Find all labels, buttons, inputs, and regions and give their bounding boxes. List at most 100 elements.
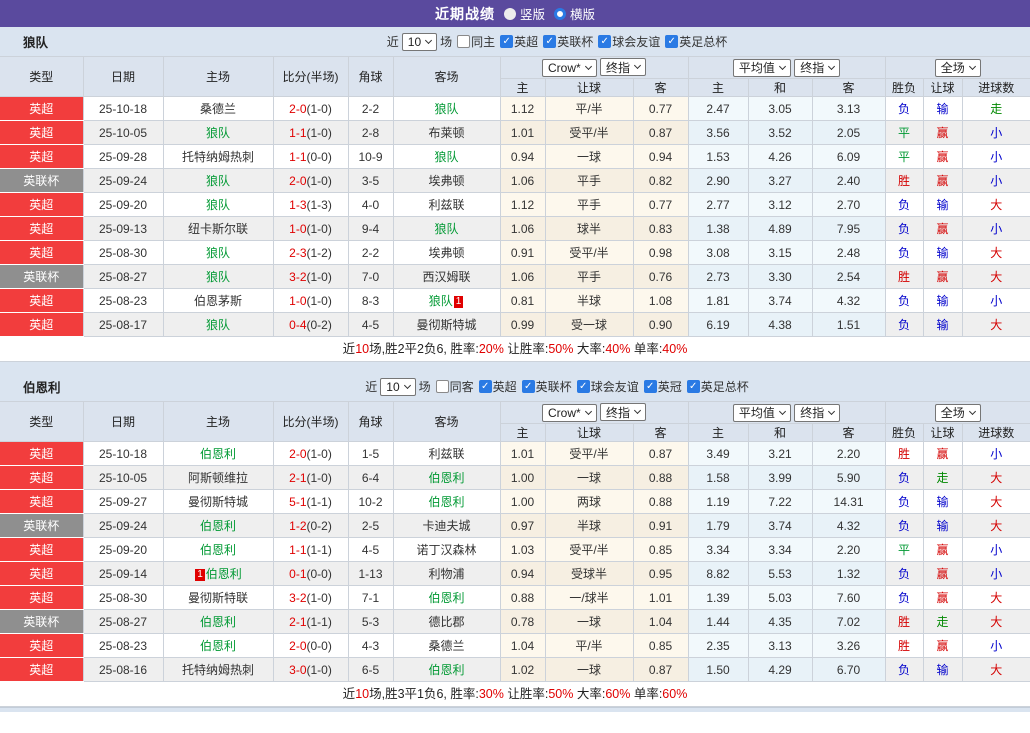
checkbox-checked-icon[interactable]: ✓ xyxy=(479,380,492,393)
radio-unselected-icon[interactable] xyxy=(554,8,566,20)
final-odds-select[interactable]: 终指 xyxy=(600,58,646,76)
radio-horizontal[interactable]: 横版 xyxy=(554,4,595,23)
bookmaker-select[interactable]: Crow* xyxy=(542,59,597,77)
away-team-name[interactable]: 狼队 xyxy=(434,102,458,116)
away-team-name[interactable]: 伯恩利 xyxy=(428,663,464,677)
corner-score: 7-1 xyxy=(348,586,393,610)
avg-home: 8.82 xyxy=(688,562,748,586)
away-team-name[interactable]: 布莱顿 xyxy=(428,126,464,140)
home-team-name[interactable]: 伯恩茅斯 xyxy=(194,294,242,308)
bookmaker-select[interactable]: Crow* xyxy=(542,404,597,422)
filter-league[interactable]: ✓球会友谊 xyxy=(577,378,639,395)
away-team-name[interactable]: 狼队 xyxy=(434,150,458,164)
odds-away: 0.88 xyxy=(633,490,688,514)
home-team-name[interactable]: 阿斯顿维拉 xyxy=(188,471,248,485)
checkbox-checked-icon[interactable]: ✓ xyxy=(598,35,611,48)
scope-select[interactable]: 全场 xyxy=(935,59,981,77)
home-team-name[interactable]: 狼队 xyxy=(206,270,230,284)
home-team-name[interactable]: 狼队 xyxy=(206,198,230,212)
filter-league[interactable]: ✓英联杯 xyxy=(543,33,593,50)
home-team-name[interactable]: 狼队 xyxy=(206,246,230,260)
recent-count-select[interactable]: 10 xyxy=(380,378,415,396)
filter-same-venue[interactable]: 同主 xyxy=(457,33,495,50)
home-team-name[interactable]: 狼队 xyxy=(206,126,230,140)
away-team-name[interactable]: 狼队 xyxy=(429,294,453,308)
home-team-name[interactable]: 桑德兰 xyxy=(200,102,236,116)
average-select[interactable]: 平均值 xyxy=(733,59,791,77)
away-team-cell: 埃弗顿 xyxy=(393,241,500,265)
home-team-name[interactable]: 托特纳姆热刺 xyxy=(182,150,254,164)
checkbox-checked-icon[interactable]: ✓ xyxy=(543,35,556,48)
filter-league[interactable]: ✓英冠 xyxy=(644,378,682,395)
home-team-name[interactable]: 伯恩利 xyxy=(200,543,236,557)
filter-league[interactable]: ✓英联杯 xyxy=(522,378,572,395)
away-team-name[interactable]: 利物浦 xyxy=(428,567,464,581)
away-team-name[interactable]: 西汉姆联 xyxy=(422,270,470,284)
summary-segment: 单率: xyxy=(630,342,662,356)
away-team-cell: 利兹联 xyxy=(393,193,500,217)
checkbox-checked-icon[interactable]: ✓ xyxy=(500,35,513,48)
radio-selected-icon[interactable] xyxy=(504,8,516,20)
filter-league[interactable]: ✓英超 xyxy=(500,33,538,50)
away-team-name[interactable]: 利兹联 xyxy=(428,198,464,212)
table-row: 英超25-10-05狼队1-1(1-0)2-8布莱顿1.01受平/半0.873.… xyxy=(0,121,1030,145)
final-average-select[interactable]: 终指 xyxy=(794,59,840,77)
recent-count-select[interactable]: 10 xyxy=(402,33,437,51)
home-team-name[interactable]: 伯恩利 xyxy=(206,567,242,581)
away-team-name[interactable]: 埃弗顿 xyxy=(428,246,464,260)
odds-home: 0.88 xyxy=(500,586,545,610)
home-team-cell: 托特纳姆热刺 xyxy=(163,658,273,682)
home-team-name[interactable]: 托特纳姆热刺 xyxy=(182,663,254,677)
home-team-name[interactable]: 伯恩利 xyxy=(200,639,236,653)
home-team-name[interactable]: 伯恩利 xyxy=(200,447,236,461)
final-average-select-value: 终指 xyxy=(800,59,824,76)
final-average-select[interactable]: 终指 xyxy=(794,404,840,422)
checkbox-checked-icon[interactable]: ✓ xyxy=(687,380,700,393)
away-team-name[interactable]: 伯恩利 xyxy=(428,471,464,485)
recent-label: 近 xyxy=(365,378,377,395)
average-group-header: 平均值 终指 xyxy=(688,57,885,79)
away-team-name[interactable]: 诺丁汉森林 xyxy=(416,543,476,557)
away-team-name[interactable]: 伯恩利 xyxy=(428,495,464,509)
checkbox-checked-icon[interactable]: ✓ xyxy=(522,380,535,393)
final-odds-select[interactable]: 终指 xyxy=(600,403,646,421)
filter-league[interactable]: ✓英超 xyxy=(479,378,517,395)
score-cell: 2-0(1-0) xyxy=(273,97,348,121)
checkbox-checked-icon[interactable]: ✓ xyxy=(577,380,590,393)
away-team-name[interactable]: 德比郡 xyxy=(428,615,464,629)
avg-home: 2.35 xyxy=(688,634,748,658)
radio-vertical[interactable]: 竖版 xyxy=(504,4,545,23)
average-select[interactable]: 平均值 xyxy=(733,404,791,422)
away-team-name[interactable]: 桑德兰 xyxy=(428,639,464,653)
home-team-name[interactable]: 伯恩利 xyxy=(200,615,236,629)
home-team-name[interactable]: 狼队 xyxy=(206,174,230,188)
match-date: 25-10-05 xyxy=(83,121,163,145)
chevron-down-icon xyxy=(585,63,592,70)
away-team-name[interactable]: 利兹联 xyxy=(428,447,464,461)
home-team-name[interactable]: 狼队 xyxy=(206,318,230,332)
filter-league[interactable]: ✓英足总杯 xyxy=(665,33,727,50)
away-team-name[interactable]: 埃弗顿 xyxy=(428,174,464,188)
checkbox-checked-icon[interactable]: ✓ xyxy=(644,380,657,393)
avg-away: 3.26 xyxy=(812,634,885,658)
scope-select[interactable]: 全场 xyxy=(935,404,981,422)
checkbox-unchecked-icon[interactable] xyxy=(436,380,449,393)
home-team-name[interactable]: 伯恩利 xyxy=(200,519,236,533)
away-team-name[interactable]: 卡迪夫城 xyxy=(422,519,470,533)
home-team-name[interactable]: 曼彻斯特联 xyxy=(188,591,248,605)
home-team-name[interactable]: 曼彻斯特城 xyxy=(188,495,248,509)
away-team-name[interactable]: 伯恩利 xyxy=(428,591,464,605)
away-team-name[interactable]: 曼彻斯特城 xyxy=(416,318,476,332)
filter-league[interactable]: ✓球会友谊 xyxy=(598,33,660,50)
summary-segment: 50% xyxy=(548,687,573,701)
home-team-name[interactable]: 纽卡斯尔联 xyxy=(188,222,248,236)
checkbox-checked-icon[interactable]: ✓ xyxy=(665,35,678,48)
league-badge: 英联杯 xyxy=(0,610,83,634)
result-outcome: 负 xyxy=(885,193,923,217)
avg-draw: 3.52 xyxy=(748,121,812,145)
checkbox-unchecked-icon[interactable] xyxy=(457,35,470,48)
filter-same-venue[interactable]: 同客 xyxy=(436,378,474,395)
filter-league[interactable]: ✓英足总杯 xyxy=(687,378,749,395)
away-team-name[interactable]: 狼队 xyxy=(434,222,458,236)
result-goals: 小 xyxy=(962,634,1030,658)
